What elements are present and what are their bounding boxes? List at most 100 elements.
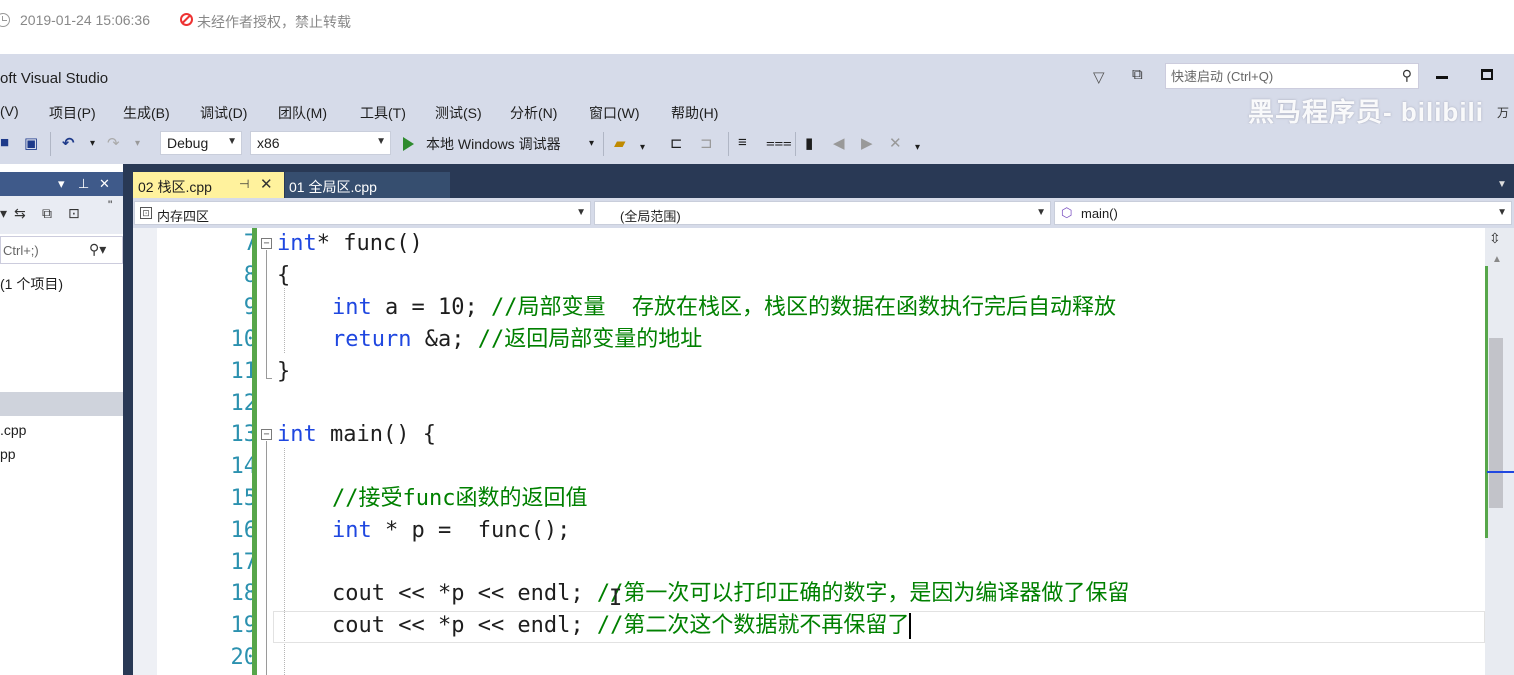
line-number: 19 <box>230 613 258 638</box>
filter-icon[interactable]: ▽ <box>1093 68 1105 86</box>
code-line-9: int a = 10; //局部变量 存放在栈区，栈区的数据在函数执行完后自动释… <box>332 292 1116 324</box>
panel-splitter[interactable] <box>125 164 133 675</box>
save-all-icon[interactable]: ▣ <box>24 134 38 152</box>
scroll-up-icon[interactable]: ▲ <box>1492 254 1502 265</box>
scope-dropdown[interactable]: (全局范围) ▼ <box>594 201 1051 225</box>
solution-search[interactable]: Ctrl+;) ⚲▾ <box>0 236 123 264</box>
code-text: cout << *p << endl; <box>332 581 597 606</box>
line-number: 11 <box>230 359 258 384</box>
collapse-toggle[interactable]: − <box>261 429 272 440</box>
minimize-button[interactable] <box>1436 76 1448 79</box>
code-line-19: cout << *p << endl; //第二次这个数据就不再保留了 <box>332 610 912 642</box>
file-item[interactable]: pp <box>0 446 16 462</box>
tab-stack-cpp[interactable]: 02 栈区.cpp ⊣ ✕ <box>133 172 284 198</box>
undo-icon[interactable]: ↶ <box>62 134 75 152</box>
caret-position-marker <box>1487 471 1514 473</box>
line-number: 16 <box>230 518 258 543</box>
menu-help[interactable]: 帮助(H) <box>671 103 718 123</box>
menu-window[interactable]: 窗口(W) <box>589 103 640 123</box>
pin-icon[interactable]: ⊥ <box>78 176 89 192</box>
toolbar-separator <box>50 132 51 156</box>
code-editor[interactable]: 7 8 9 10 11 12 13 14 15 16 17 18 19 20 −… <box>133 228 1514 675</box>
start-debug-icon[interactable] <box>403 137 414 151</box>
menu-team[interactable]: 团队(M) <box>278 103 327 123</box>
project-icon: ⊡ <box>140 207 152 219</box>
keyword: int <box>277 422 317 447</box>
next-bookmark-icon[interactable]: ▶ <box>861 134 873 152</box>
menu-analyze[interactable]: 分析(N) <box>510 103 557 123</box>
debugger-dropdown-icon[interactable]: ▾ <box>589 138 594 149</box>
menu-debug[interactable]: 调试(D) <box>200 103 247 123</box>
undo-dropdown-icon[interactable]: ▾ <box>90 138 95 149</box>
file-item[interactable]: .cpp <box>0 422 26 438</box>
quick-launch[interactable]: ⚲ <box>1165 63 1419 89</box>
no-copy-icon <box>180 13 193 26</box>
platform-select[interactable]: x86 ▼ <box>250 131 391 155</box>
comment-icon[interactable]: ≡ <box>738 134 747 151</box>
toolbar-separator <box>728 132 729 156</box>
start-debugger-button[interactable]: 本地 Windows 调试器 <box>426 134 561 154</box>
menu-test[interactable]: 测试(S) <box>435 103 482 123</box>
member-label: main() <box>1081 206 1118 221</box>
collapse-toggle[interactable]: − <box>261 238 272 249</box>
dropdown-icon[interactable]: ▾ <box>0 205 7 222</box>
browse-icon[interactable]: ▰ <box>614 134 626 152</box>
feedback-icon[interactable]: ⧉ <box>1132 66 1143 83</box>
clear-bookmarks-icon[interactable]: ✕ <box>889 134 902 152</box>
mouse-ibeam-cursor: I <box>609 586 623 611</box>
overflow-icon[interactable]: ▾ <box>915 142 920 153</box>
project-dropdown[interactable]: ⊡ 内存四区 ▼ <box>134 201 591 225</box>
menu-project[interactable]: 项目(P) <box>49 103 96 123</box>
menu-view[interactable]: (V) <box>0 103 19 119</box>
line-number: 13 <box>230 422 258 447</box>
close-icon[interactable]: ✕ <box>99 176 110 192</box>
collapse-all-icon[interactable]: ⧉ <box>42 205 52 222</box>
keyword: int <box>332 295 372 320</box>
prev-bookmark-icon[interactable]: ◀ <box>833 134 845 152</box>
screenshot-root: 2019-01-24 15:06:36 未经作者授权，禁止转载 oft Visu… <box>0 0 1514 675</box>
text-caret <box>909 613 912 639</box>
redo-dropdown-icon[interactable]: ▾ <box>135 138 140 149</box>
config-select[interactable]: Debug ▼ <box>160 131 242 155</box>
member-dropdown[interactable]: ⬡ main() ▼ <box>1054 201 1512 225</box>
code-line-11: } <box>277 359 291 384</box>
sync-icon[interactable]: ⇆ <box>14 205 26 222</box>
overflow-icon[interactable]: ▾ <box>640 142 645 153</box>
keyword: int <box>332 518 372 543</box>
code-comment: //返回局部变量的地址 <box>477 327 703 352</box>
solution-node[interactable]: (1 个项目) <box>0 276 63 292</box>
platform-value: x86 <box>257 135 280 151</box>
tab-overflow-icon[interactable]: ▼ <box>1497 179 1507 190</box>
outdent-icon[interactable]: ⊐ <box>700 134 713 152</box>
scrollbar-thumb[interactable] <box>1489 338 1503 508</box>
vertical-scrollbar[interactable]: ⇳ ▲ <box>1485 228 1514 675</box>
restore-button[interactable] <box>1481 69 1493 80</box>
search-icon[interactable]: ⚲ <box>1402 67 1412 84</box>
line-number: 15 <box>230 486 258 511</box>
close-icon[interactable]: ✕ <box>260 175 273 193</box>
search-icon[interactable]: ⚲▾ <box>89 241 106 258</box>
bookmark-icon[interactable]: ▮ <box>805 134 813 152</box>
panel-menu-icon[interactable]: ▾ <box>58 176 65 192</box>
indent-icon[interactable]: ⊏ <box>670 134 683 152</box>
tab-global-cpp[interactable]: 01 全局区.cpp <box>285 172 450 198</box>
menu-build[interactable]: 生成(B) <box>123 103 170 123</box>
post-date: 2019-01-24 15:06:36 <box>20 12 150 28</box>
line-number: 7 <box>243 231 257 256</box>
properties-icon[interactable]: ⊡ <box>68 205 80 222</box>
uncomment-icon[interactable]: ⩶ <box>766 134 792 151</box>
save-icon[interactable]: ■ <box>0 134 9 151</box>
chevron-down-icon: ▼ <box>376 136 386 147</box>
selected-tree-row[interactable] <box>0 392 125 416</box>
line-number: 8 <box>243 263 257 288</box>
redo-icon[interactable]: ↷ <box>107 134 120 152</box>
quick-launch-input[interactable] <box>1166 64 1391 88</box>
pin-icon[interactable]: ⊣ <box>239 177 249 191</box>
outline-line <box>266 441 267 675</box>
solution-explorer: ▾ ⊥ ✕ ▾ ⇆ ⧉ ⊡ " Ctrl+;) ⚲▾ (1 个项目) .cpp … <box>0 164 125 675</box>
menu-extra: 万 <box>1497 106 1510 120</box>
menu-tools[interactable]: 工具(T) <box>360 103 406 123</box>
overflow-icon[interactable]: " <box>108 198 112 212</box>
split-icon[interactable]: ⇳ <box>1489 230 1501 247</box>
blog-meta-bar: 2019-01-24 15:06:36 未经作者授权，禁止转载 <box>0 0 1514 54</box>
